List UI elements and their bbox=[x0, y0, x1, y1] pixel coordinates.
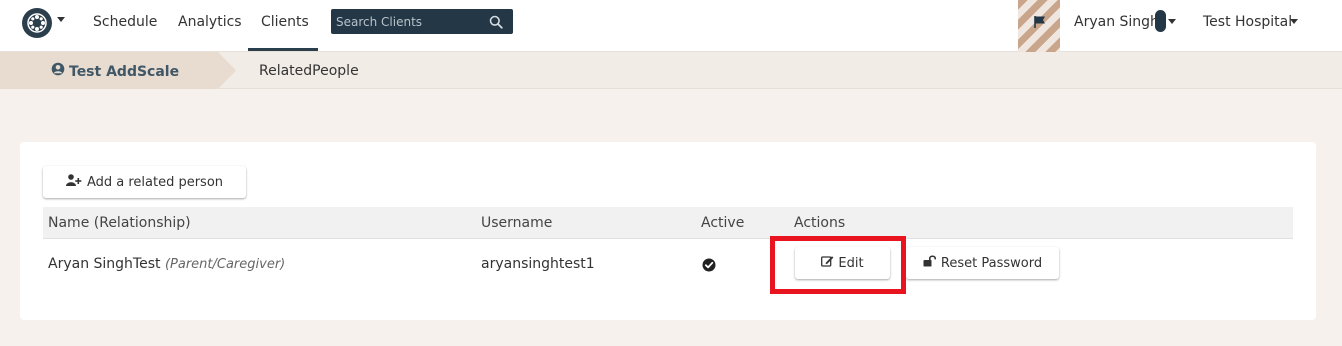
unlock-icon bbox=[923, 255, 937, 271]
nav-clients[interactable]: Clients bbox=[261, 13, 309, 31]
search-input[interactable] bbox=[336, 12, 486, 31]
active-nav-indicator bbox=[248, 48, 318, 51]
column-header-active[interactable]: Active bbox=[701, 214, 744, 232]
search-icon[interactable] bbox=[489, 14, 503, 33]
reset-password-button[interactable]: Reset Password bbox=[906, 247, 1059, 279]
table-header: Name (Relationship) Username Active Acti… bbox=[43, 207, 1293, 239]
nav-analytics[interactable]: Analytics bbox=[178, 13, 242, 31]
chevron-down-icon[interactable] bbox=[57, 17, 65, 22]
breadcrumb-client-label: Test AddScale bbox=[69, 63, 180, 80]
user-plus-icon bbox=[65, 174, 82, 190]
user-menu[interactable]: Aryan Singh bbox=[1074, 13, 1159, 31]
app-logo-icon[interactable] bbox=[22, 8, 52, 38]
person-name-cell: Aryan SinghTest (Parent/Caregiver) bbox=[48, 255, 285, 274]
breadcrumb: Test AddScale RelatedPeople bbox=[0, 52, 1342, 89]
column-header-actions: Actions bbox=[794, 215, 846, 231]
person-name: Aryan SinghTest bbox=[48, 256, 161, 272]
edit-button-highlight bbox=[770, 236, 906, 294]
column-header-name[interactable]: Name (Relationship) bbox=[48, 214, 191, 232]
add-related-person-label: Add a related person bbox=[86, 174, 224, 190]
user-circle-icon bbox=[51, 62, 65, 81]
reset-password-label: Reset Password bbox=[940, 255, 1043, 271]
check-circle-icon bbox=[702, 257, 716, 276]
top-navbar: Schedule Analytics Clients Aryan Singh T… bbox=[0, 0, 1342, 52]
breadcrumb-client[interactable]: Test AddScale bbox=[0, 52, 236, 89]
related-people-card: Add a related person Name (Relationship)… bbox=[20, 142, 1316, 320]
chevron-down-icon[interactable] bbox=[1290, 19, 1298, 24]
status-toggle[interactable] bbox=[1155, 10, 1166, 32]
organization-selector[interactable]: Test Hospital bbox=[1203, 13, 1292, 31]
search-bar bbox=[331, 9, 513, 34]
table-row: Aryan SinghTest (Parent/Caregiver) aryan… bbox=[43, 239, 1293, 289]
flag-icon[interactable] bbox=[1033, 14, 1047, 33]
column-header-username[interactable]: Username bbox=[481, 214, 552, 232]
nav-schedule[interactable]: Schedule bbox=[93, 13, 157, 31]
add-related-person-button[interactable]: Add a related person bbox=[43, 166, 246, 198]
breadcrumb-current: RelatedPeople bbox=[259, 63, 359, 79]
person-relationship: (Parent/Caregiver) bbox=[164, 257, 286, 272]
username-cell: aryansinghtest1 bbox=[481, 256, 595, 272]
chevron-down-icon[interactable] bbox=[1168, 19, 1176, 24]
